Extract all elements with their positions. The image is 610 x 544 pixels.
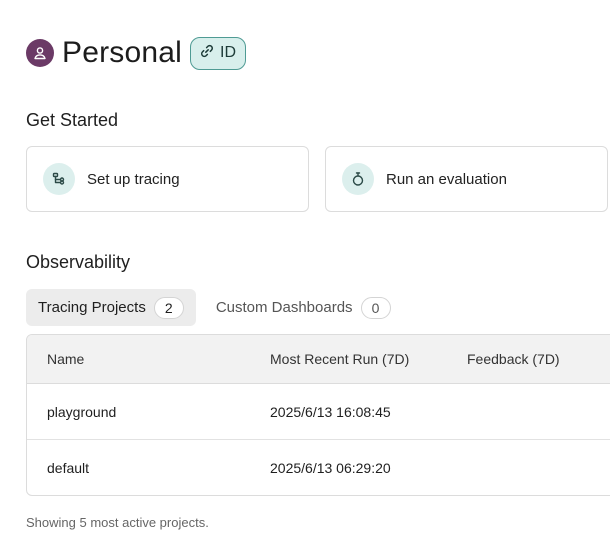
card-label: Set up tracing: [87, 170, 180, 188]
count-badge: 0: [360, 296, 391, 319]
copy-id-button[interactable]: ID: [190, 36, 247, 70]
table-row[interactable]: playground 2025/6/13 16:08:45: [27, 384, 610, 440]
id-badge-label: ID: [220, 44, 237, 61]
project-name: playground: [47, 403, 117, 420]
get-started-title: Get Started: [26, 110, 119, 130]
recent-run-time: 2025/6/13 06:29:20: [270, 460, 391, 476]
project-name: default: [47, 460, 90, 476]
tab-label: Tracing Projects: [38, 299, 146, 316]
projects-table: Name Most Recent Run (7D) Feedback (7D) …: [26, 334, 610, 496]
table-footer-note: Showing 5 most active projects.: [26, 515, 209, 530]
set-up-tracing-card[interactable]: Set up tracing: [26, 146, 309, 212]
run-evaluation-card[interactable]: Run an evaluation: [325, 146, 608, 212]
tab-tracing-projects[interactable]: Tracing Projects 2: [26, 289, 196, 326]
column-header-feedback[interactable]: Feedback (7D): [467, 335, 560, 383]
stopwatch-icon: [342, 163, 374, 195]
page-title: Personal: [62, 36, 183, 69]
tracing-icon: [43, 163, 75, 195]
column-header-recent-run[interactable]: Most Recent Run (7D): [270, 335, 409, 383]
table-row[interactable]: default 2025/6/13 06:29:20: [27, 440, 610, 495]
table-header: Name Most Recent Run (7D) Feedback (7D): [27, 335, 610, 384]
tab-custom-dashboards[interactable]: Custom Dashboards 0: [204, 289, 403, 326]
user-icon: [26, 39, 54, 67]
card-label: Run an evaluation: [386, 170, 507, 188]
column-header-name[interactable]: Name: [47, 335, 84, 383]
link-icon: [199, 43, 215, 64]
tab-label: Custom Dashboards: [215, 299, 353, 316]
workspace-header: Personal ID: [26, 35, 247, 71]
recent-run-time: 2025/6/13 16:08:45: [270, 403, 391, 420]
observability-title: Observability: [26, 252, 131, 272]
count-badge: 2: [153, 296, 184, 319]
observability-tabs: Tracing Projects 2 Custom Dashboards 0: [26, 289, 403, 326]
